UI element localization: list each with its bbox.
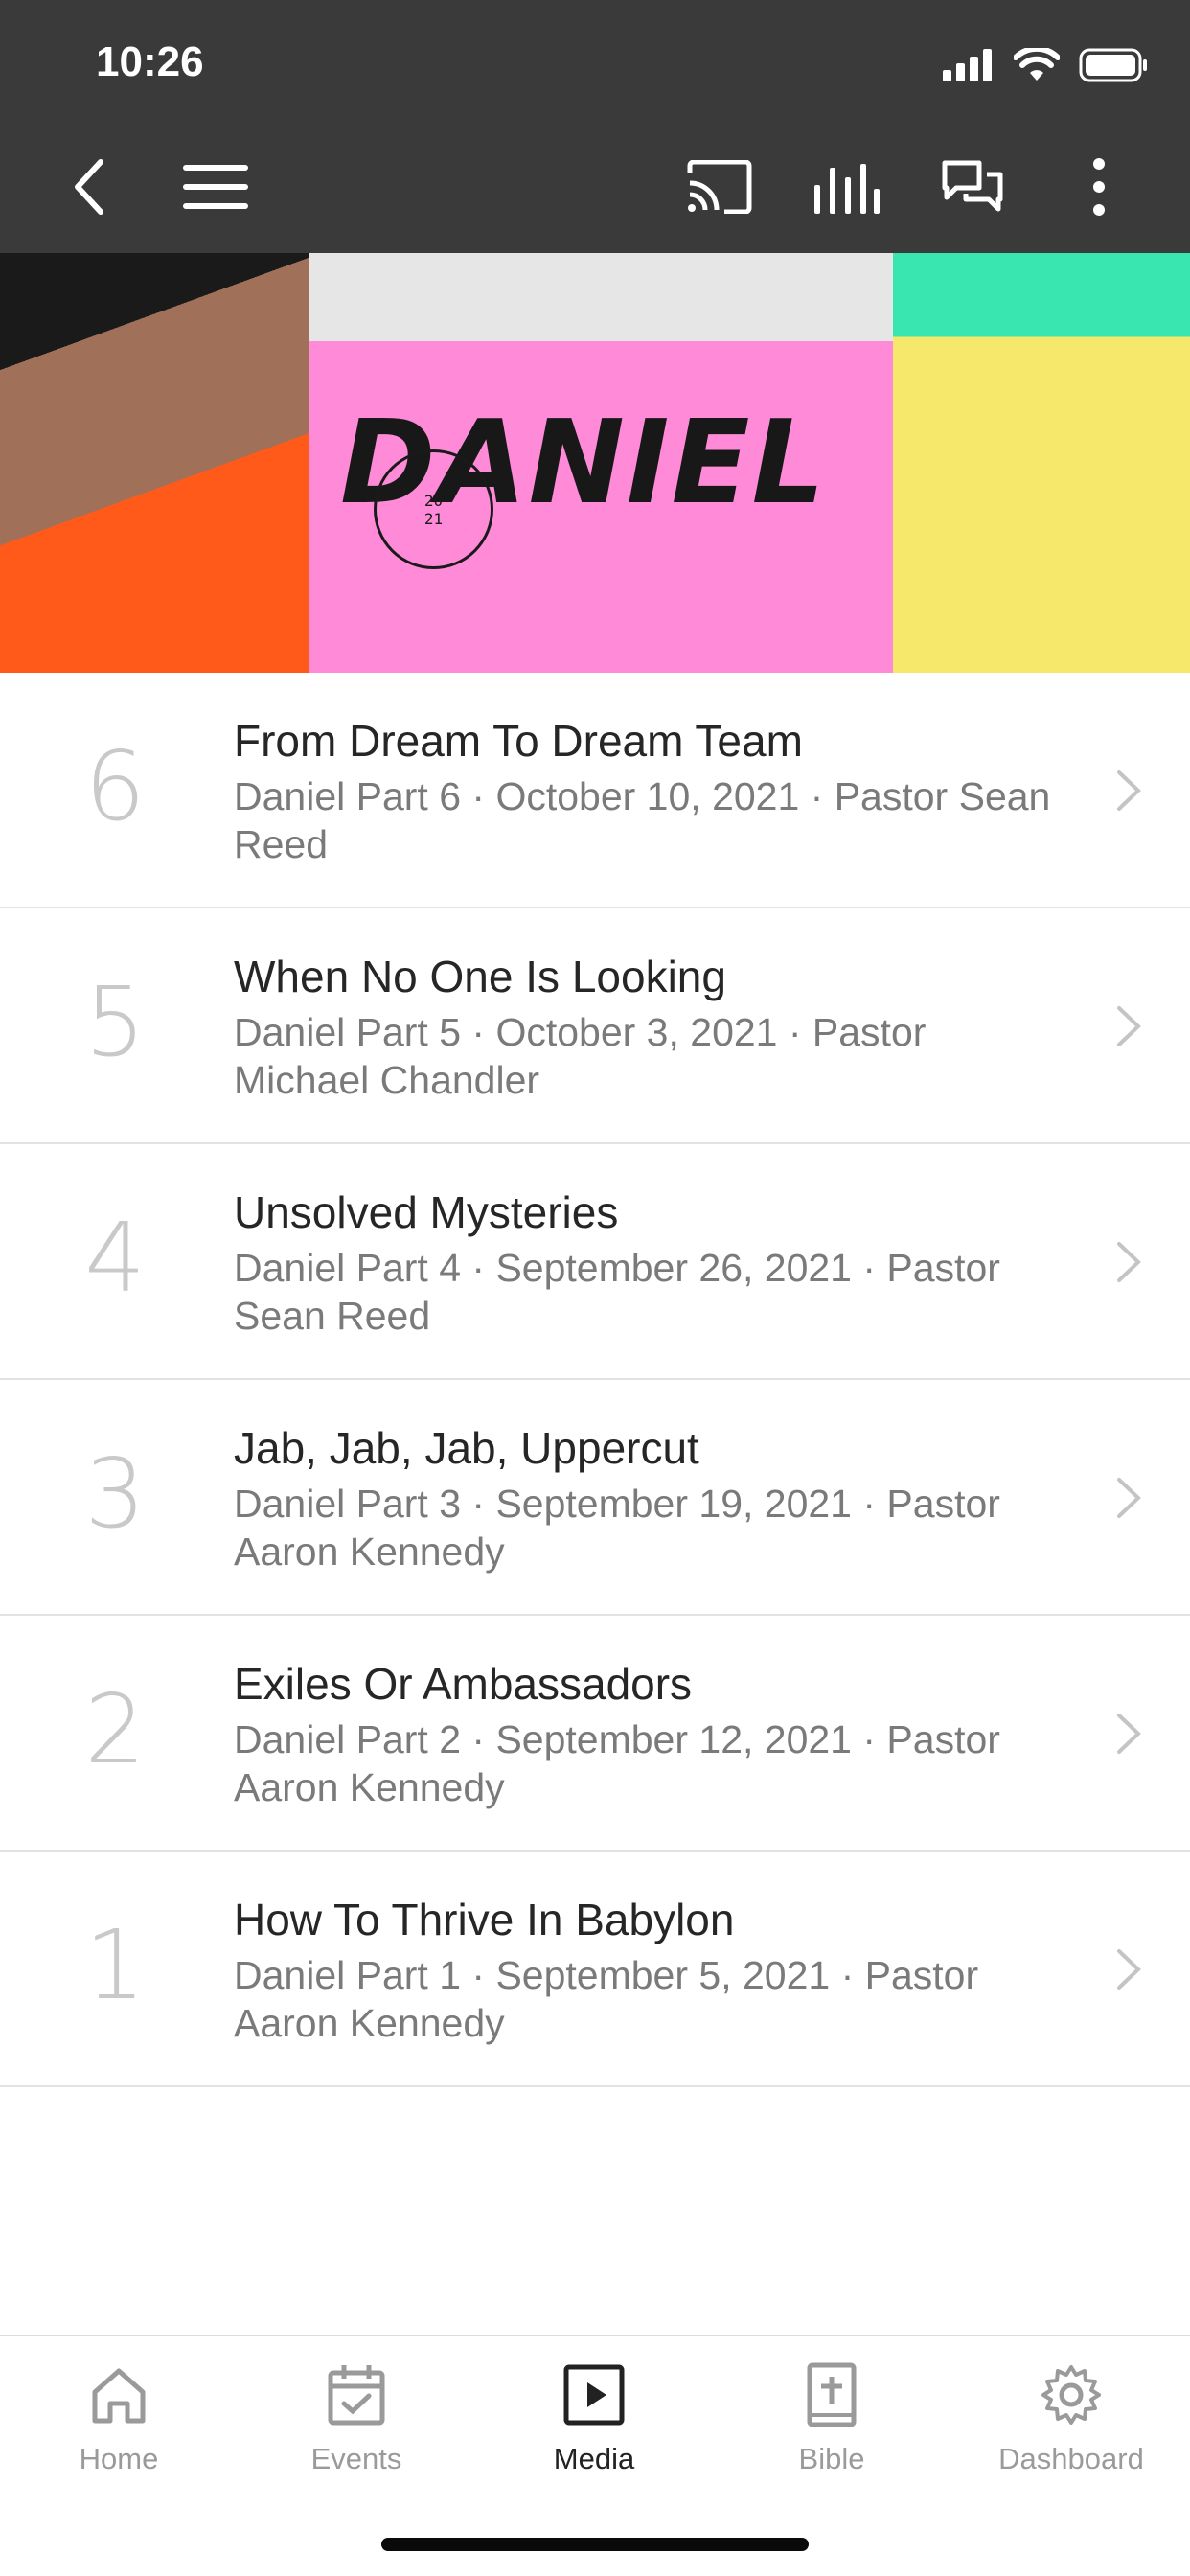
- chevron-right-icon: [1117, 1478, 1141, 1518]
- chat-icon[interactable]: [939, 153, 1006, 220]
- tab-events[interactable]: Events: [261, 2361, 452, 2505]
- sermon-title: From Dream To Dream Team: [234, 716, 803, 766]
- sermon-title: Jab, Jab, Jab, Uppercut: [234, 1423, 699, 1473]
- back-icon[interactable]: [56, 153, 123, 220]
- menu-icon[interactable]: [182, 153, 249, 220]
- sermon-subtitle: Daniel Part 6 · October 10, 2021 · Pasto…: [234, 774, 1051, 866]
- sermon-title: Exiles Or Ambassadors: [234, 1659, 693, 1709]
- episode-number: 6: [84, 729, 146, 842]
- list-item[interactable]: 1 How To Thrive In Babylon Daniel Part 1…: [0, 1852, 1190, 2087]
- chevron-right-icon: [1117, 1949, 1141, 1990]
- cellular-signal-icon: [943, 49, 992, 81]
- wifi-icon: [1014, 48, 1060, 80]
- list-item[interactable]: 6 From Dream To Dream Team Daniel Part 6…: [0, 673, 1190, 908]
- tab-dashboard[interactable]: Dashboard: [975, 2361, 1167, 2505]
- home-indicator[interactable]: [381, 2538, 809, 2551]
- episode-number: 4: [84, 1201, 146, 1314]
- sermon-subtitle: Daniel Part 2 · September 12, 2021 · Pas…: [234, 1717, 1000, 1809]
- tab-home[interactable]: Home: [23, 2361, 215, 2505]
- chevron-right-icon: [1117, 1242, 1141, 1282]
- calendar-check-icon: [328, 2365, 385, 2426]
- cast-icon[interactable]: [686, 153, 753, 220]
- tab-label: Events: [310, 2442, 402, 2475]
- tab-label: Media: [553, 2442, 635, 2475]
- sermon-title: When No One Is Looking: [234, 952, 726, 1001]
- tab-label: Home: [79, 2442, 159, 2475]
- episode-number: 5: [84, 965, 146, 1078]
- status-time: 10:26: [96, 38, 204, 85]
- tab-label: Dashboard: [998, 2442, 1144, 2475]
- episode-number: 3: [84, 1437, 146, 1550]
- series-banner: DANIEL 20 21: [0, 253, 1190, 673]
- tab-media[interactable]: Media: [498, 2361, 690, 2505]
- status-icons: [943, 48, 1148, 82]
- sermon-title: How To Thrive In Babylon: [234, 1895, 735, 1944]
- sermon-subtitle: Daniel Part 4 · September 26, 2021 · Pas…: [234, 1246, 1000, 1338]
- list-item[interactable]: 5 When No One Is Looking Daniel Part 5 ·…: [0, 908, 1190, 1144]
- sermon-subtitle: Daniel Part 3 · September 19, 2021 · Pas…: [234, 1482, 1000, 1574]
- play-square-icon: [563, 2364, 625, 2426]
- tab-label: Bible: [798, 2442, 865, 2475]
- chevron-right-icon: [1117, 770, 1141, 811]
- list-item[interactable]: 3 Jab, Jab, Jab, Uppercut Daniel Part 3 …: [0, 1380, 1190, 1616]
- sermon-list: 6 From Dream To Dream Team Daniel Part 6…: [0, 673, 1190, 2087]
- gear-icon: [1041, 2365, 1101, 2425]
- battery-icon: [1079, 48, 1147, 82]
- episode-number: 2: [84, 1672, 146, 1785]
- chevron-right-icon: [1117, 1714, 1141, 1754]
- tab-bible[interactable]: Bible: [736, 2361, 927, 2505]
- bible-icon: [807, 2362, 857, 2427]
- postmark-stamp: 20 21: [374, 449, 493, 569]
- sermon-subtitle: Daniel Part 5 · October 3, 2021 · Pastor…: [234, 1010, 927, 1102]
- list-item[interactable]: 4 Unsolved Mysteries Daniel Part 4 · Sep…: [0, 1144, 1190, 1380]
- app-header: 10:26: [0, 0, 1190, 253]
- audio-bars-icon[interactable]: [812, 153, 880, 220]
- chevron-right-icon: [1117, 1006, 1141, 1046]
- more-vertical-icon[interactable]: [1065, 153, 1133, 220]
- sermon-title: Unsolved Mysteries: [234, 1187, 619, 1237]
- home-icon: [92, 2368, 146, 2424]
- list-item[interactable]: 2 Exiles Or Ambassadors Daniel Part 2 · …: [0, 1616, 1190, 1852]
- sermon-subtitle: Daniel Part 1 · September 5, 2021 · Past…: [234, 1953, 979, 2045]
- episode-number: 1: [84, 1908, 146, 2021]
